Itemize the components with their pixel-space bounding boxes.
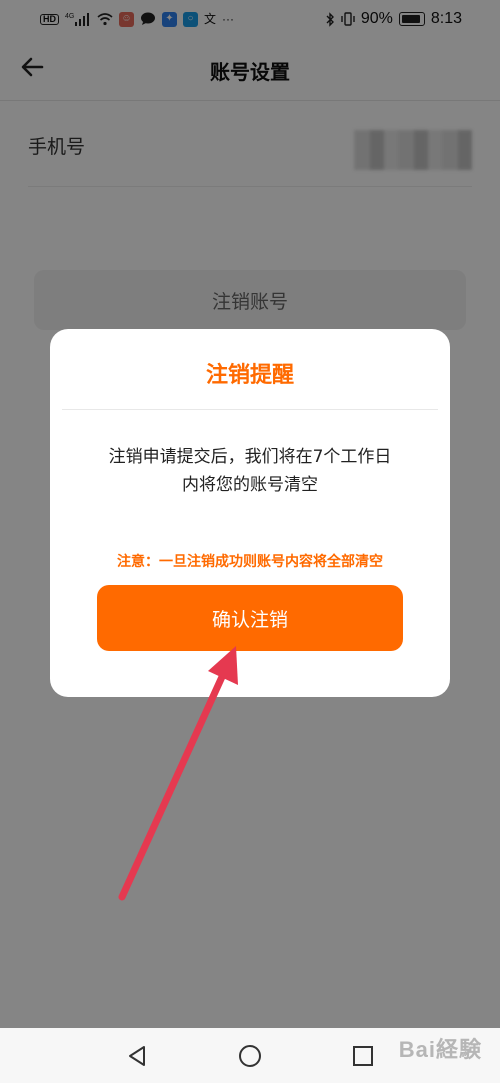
baidu-watermark: Bai経験 <box>398 1037 482 1062</box>
screen: HD 4G ☺ ✦ ○ 文 ··· 90% 8:13 账号设置 手机号 注销账号… <box>0 0 500 1083</box>
nav-back-button[interactable] <box>119 1038 155 1074</box>
confirm-deactivate-button[interactable]: 确认注销 <box>97 585 403 651</box>
nav-recents-button[interactable] <box>345 1038 381 1074</box>
dialog-divider <box>62 409 438 410</box>
triangle-back-icon <box>128 1045 145 1066</box>
dialog-message: 注销申请提交后，我们将在7个工作日 内将您的账号清空 <box>80 443 420 499</box>
dialog-message-line2: 内将您的账号清空 <box>182 475 318 495</box>
circle-home-icon <box>238 1044 261 1067</box>
deactivate-dialog: 注销提醒 注销申请提交后，我们将在7个工作日 内将您的账号清空 注意：一旦注销成… <box>50 329 450 697</box>
dialog-title: 注销提醒 <box>205 363 294 388</box>
square-recents-icon <box>353 1045 374 1066</box>
nav-home-button[interactable] <box>232 1038 268 1074</box>
dialog-warning: 注意：一旦注销成功则账号内容将全部清空 <box>117 554 383 570</box>
dialog-message-line1: 注销申请提交后，我们将在7个工作日 <box>108 447 392 467</box>
